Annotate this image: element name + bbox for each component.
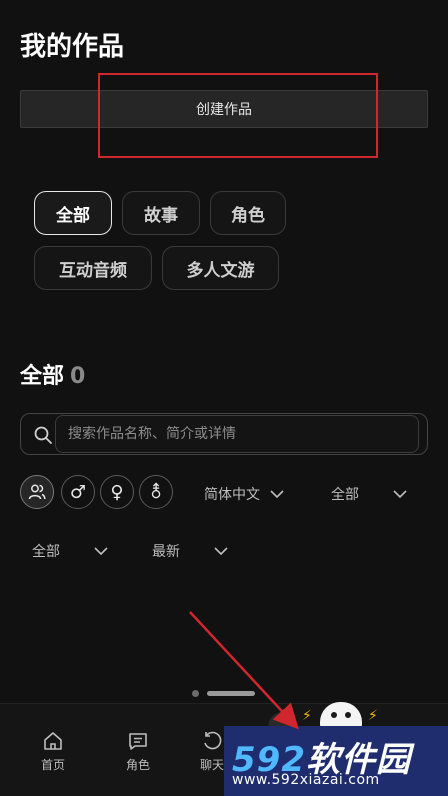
page-title: 我的作品 [20,32,125,62]
chat-icon [129,733,147,750]
status-dropdown-label: 全部 [32,544,60,560]
search-input[interactable] [55,415,419,453]
category-chip-label: 故事 [144,205,178,226]
spark-icon: ⚡ [302,708,312,724]
category-chip-multiplayer[interactable]: 多人文游 [162,246,279,290]
search-bar [20,413,428,455]
search-icon [34,426,52,444]
language-dropdown-label: 简体中文 [204,487,260,503]
create-work-label: 创建作品 [196,102,252,118]
section-title: 全部 0 [20,358,85,390]
category-chip-all[interactable]: 全部 [34,191,112,235]
category-chip-audio[interactable]: 互动音频 [34,246,152,290]
gender-filter-female[interactable]: ♀ [100,475,134,509]
gender-filter-male[interactable]: ♂ [61,475,95,509]
category-chip-story[interactable]: 故事 [122,191,200,235]
tab-chat-label: 聊天 [199,758,224,772]
refresh-icon [204,731,222,750]
scope-dropdown-label: 全部 [331,487,359,503]
category-chip-label: 全部 [56,205,90,226]
mascot-eye [331,712,337,718]
tab-home[interactable]: 首页 [23,730,83,773]
gender-filter-other[interactable]: ⚨ [139,475,173,509]
tab-home-label: 首页 [40,758,65,772]
gender-filter-all[interactable] [20,475,54,509]
category-chip-label: 角色 [231,205,265,226]
page-indicator-dot [192,689,199,697]
mascot-eye [345,712,351,718]
page-indicator [192,689,255,697]
create-work-button[interactable]: 创建作品 [20,90,428,128]
scope-dropdown[interactable]: 全部 [331,484,407,504]
language-dropdown[interactable]: 简体中文 [204,484,284,504]
category-chip-label: 互动音频 [59,260,127,281]
status-dropdown[interactable]: 全部 [32,541,108,561]
nonbinary-icon: ⚨ [148,481,164,503]
chevron-down-icon [214,547,228,556]
male-icon: ♂ [69,481,87,503]
tab-characters[interactable]: 角色 [108,730,168,773]
watermark-url: www.592xiazai.com [232,772,380,788]
home-icon [44,732,62,750]
section-count: 0 [70,364,86,389]
chevron-down-icon [270,490,284,499]
category-chip-character[interactable]: 角色 [210,191,286,235]
page-indicator-bar [207,690,255,696]
chevron-down-icon [393,490,407,499]
spark-icon: ⚡ [368,708,378,724]
female-icon: ♀ [110,481,124,503]
tab-characters-label: 角色 [125,758,150,772]
chevron-down-icon [94,547,108,556]
sort-dropdown-label: 最新 [152,544,180,560]
users-icon [28,484,46,500]
section-title-label: 全部 [20,364,65,389]
category-chip-label: 多人文游 [186,260,255,281]
sort-dropdown[interactable]: 最新 [152,541,228,561]
watermark-logo: 592软件园 www.592xiazai.com [224,726,448,796]
